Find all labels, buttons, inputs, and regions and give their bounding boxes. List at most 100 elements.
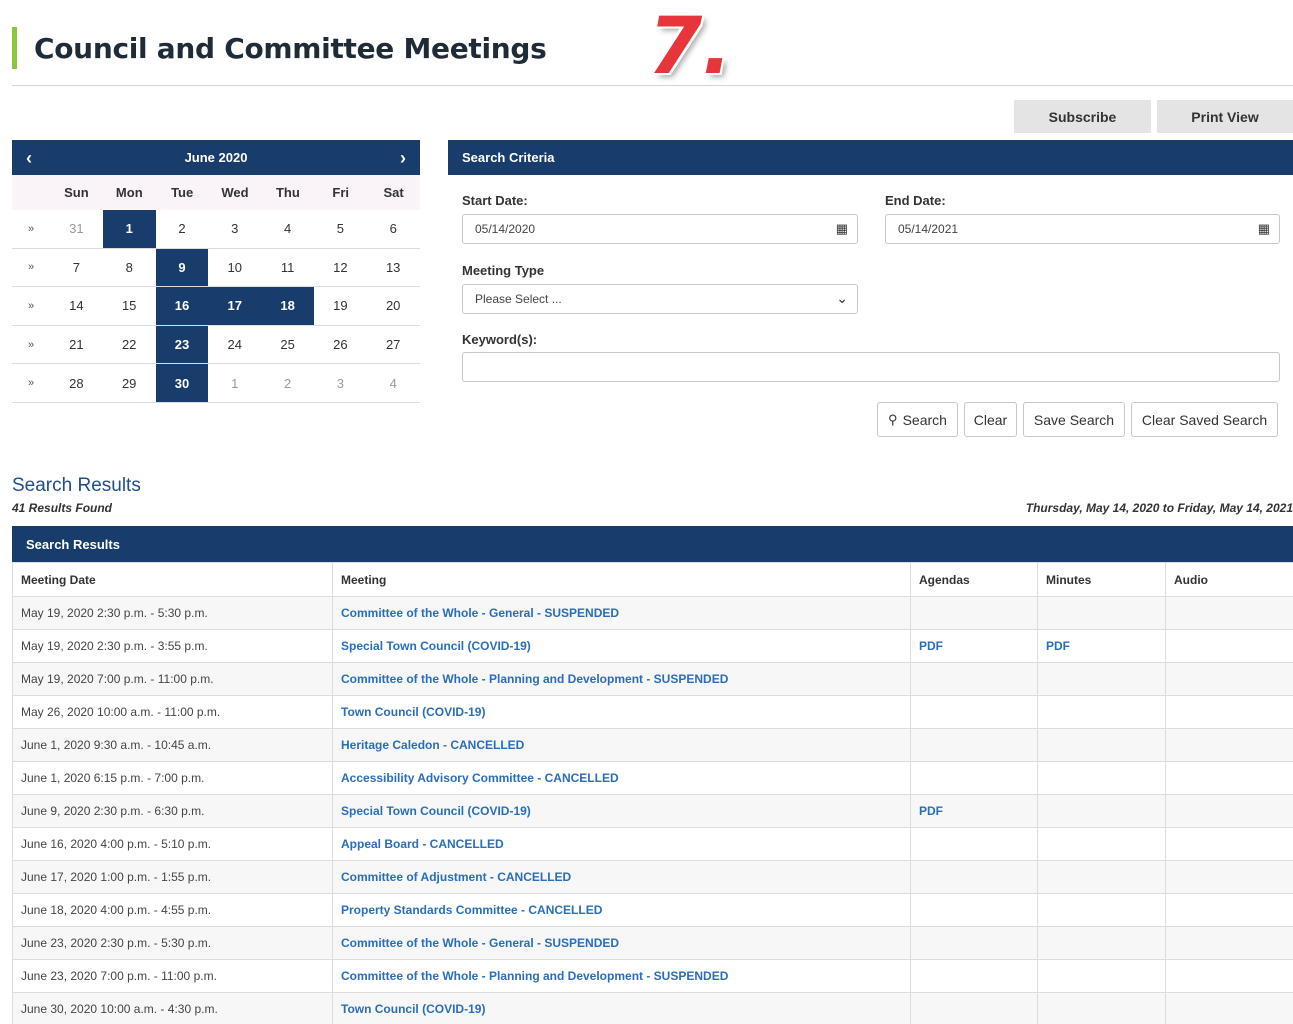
calendar-day[interactable]: 2 [156, 210, 209, 248]
audio-cell [1165, 860, 1293, 894]
calendar-day[interactable]: 11 [261, 249, 314, 287]
meeting-link[interactable]: Heritage Caledon - CANCELLED [341, 738, 524, 752]
meeting-link[interactable]: Special Town Council (COVID-19) [341, 804, 531, 818]
calendar-day[interactable]: 21 [50, 326, 103, 364]
meeting-cell: Appeal Board - CANCELLED [332, 827, 911, 861]
column-header[interactable]: Meeting Date [12, 562, 333, 597]
table-row: May 19, 2020 2:30 p.m. - 5:30 p.m. Commit… [12, 596, 1293, 630]
calendar-day[interactable]: 26 [314, 326, 367, 364]
column-header[interactable]: Minutes [1037, 562, 1166, 597]
calendar-day[interactable]: 15 [103, 287, 156, 325]
week-select-link[interactable]: » [12, 326, 50, 364]
calendar-day[interactable]: 7 [50, 249, 103, 287]
calendar-icon[interactable]: ▦ [836, 221, 848, 237]
week-select-link[interactable]: » [12, 249, 50, 287]
title-divider [12, 85, 1293, 86]
calendar-day[interactable]: 3 [208, 210, 261, 248]
calendar-day[interactable]: 17 [208, 287, 262, 325]
calendar-day[interactable]: 10 [208, 249, 261, 287]
meeting-link[interactable]: Committee of the Whole - General - SUSPE… [341, 936, 619, 950]
meeting-link[interactable]: Property Standards Committee - CANCELLED [341, 903, 602, 917]
table-row: May 19, 2020 2:30 p.m. - 3:55 p.m. Specia… [12, 629, 1293, 663]
calendar-day[interactable]: 24 [208, 326, 261, 364]
audio-cell [1165, 827, 1293, 861]
meeting-link[interactable]: Appeal Board - CANCELLED [341, 837, 504, 851]
minutes-cell [1037, 596, 1166, 630]
meeting-date-cell: May 26, 2020 10:00 a.m. - 11:00 p.m. [12, 695, 333, 729]
meeting-link[interactable]: Accessibility Advisory Committee - CANCE… [341, 771, 619, 785]
meeting-type-select[interactable]: Please Select ... ⌄ [462, 284, 858, 314]
week-select-link[interactable]: » [12, 210, 50, 248]
calendar-week-row: » 21 22 23 24 25 26 27 [12, 325, 420, 365]
meeting-date-cell: June 18, 2020 4:00 p.m. - 4:55 p.m. [12, 893, 333, 927]
audio-cell [1165, 695, 1293, 729]
minutes-link[interactable]: PDF [1046, 639, 1070, 653]
calendar-day[interactable]: 30 [155, 364, 209, 402]
meeting-link[interactable]: Town Council (COVID-19) [341, 1002, 485, 1016]
save-search-button[interactable]: Save Search [1023, 402, 1125, 437]
calendar-day[interactable]: 9 [155, 248, 209, 287]
meeting-cell: Committee of the Whole - Planning and De… [332, 662, 911, 696]
calendar-day[interactable]: 16 [155, 287, 209, 325]
calendar-day[interactable]: 14 [50, 287, 103, 325]
agenda-cell: PDF [910, 629, 1038, 663]
start-date-input[interactable]: 05/14/2020 ▦ [462, 214, 858, 244]
calendar-icon[interactable]: ▦ [1258, 221, 1270, 237]
meeting-cell: Committee of Adjustment - CANCELLED [332, 860, 911, 894]
calendar-day[interactable]: 3 [314, 364, 367, 402]
column-header[interactable]: Agendas [910, 562, 1038, 597]
audio-cell [1165, 794, 1293, 828]
calendar-day[interactable]: 4 [367, 364, 420, 402]
calendar-day[interactable]: 27 [367, 326, 420, 364]
keyword-input[interactable] [462, 352, 1280, 382]
calendar-day[interactable]: 5 [314, 210, 367, 248]
calendar-day[interactable]: 20 [367, 287, 420, 325]
audio-cell [1165, 926, 1293, 960]
calendar-day[interactable]: 1 [102, 210, 156, 248]
agenda-cell [910, 728, 1038, 762]
results-table-header-bar: Search Results [12, 526, 1293, 562]
meeting-link[interactable]: Special Town Council (COVID-19) [341, 639, 531, 653]
end-date-input[interactable]: 05/14/2021 ▦ [885, 214, 1280, 244]
calendar-day[interactable]: 4 [261, 210, 314, 248]
calendar-day[interactable]: 31 [50, 210, 103, 248]
calendar-day[interactable]: 1 [208, 364, 261, 402]
subscribe-button[interactable]: Subscribe [1014, 100, 1151, 133]
calendar-day[interactable]: 8 [103, 249, 156, 287]
column-header[interactable]: Audio [1165, 562, 1293, 597]
meeting-link[interactable]: Committee of the Whole - Planning and De… [341, 969, 728, 983]
calendar-day[interactable]: 23 [155, 325, 209, 364]
meeting-link[interactable]: Committee of Adjustment - CANCELLED [341, 870, 571, 884]
start-date-value: 05/14/2020 [475, 222, 536, 236]
agenda-link[interactable]: PDF [919, 804, 943, 818]
search-button[interactable]: ⚲ Search [877, 402, 958, 437]
clear-saved-search-button[interactable]: Clear Saved Search [1131, 402, 1278, 437]
meeting-link[interactable]: Town Council (COVID-19) [341, 705, 485, 719]
agenda-link[interactable]: PDF [919, 639, 943, 653]
print-view-button[interactable]: Print View [1157, 100, 1293, 133]
meeting-date-cell: June 17, 2020 1:00 p.m. - 1:55 p.m. [12, 860, 333, 894]
calendar-day[interactable]: 2 [261, 364, 314, 402]
calendar-day[interactable]: 6 [367, 210, 420, 248]
calendar-day[interactable]: 28 [50, 364, 103, 402]
calendar-day[interactable]: 18 [261, 287, 314, 325]
table-row: June 23, 2020 2:30 p.m. - 5:30 p.m. Commi… [12, 926, 1293, 960]
chevron-left-icon[interactable]: ‹ [26, 149, 32, 167]
minutes-cell [1037, 893, 1166, 927]
calendar: ‹ June 2020 › Sun Mon Tue Wed Thu Fri Sa… [12, 140, 420, 403]
calendar-day[interactable]: 25 [261, 326, 314, 364]
calendar-day[interactable]: 12 [314, 249, 367, 287]
minutes-cell [1037, 761, 1166, 795]
meeting-link[interactable]: Committee of the Whole - General - SUSPE… [341, 606, 619, 620]
meeting-link[interactable]: Committee of the Whole - Planning and De… [341, 672, 728, 686]
calendar-day[interactable]: 22 [103, 326, 156, 364]
calendar-day[interactable]: 19 [314, 287, 367, 325]
calendar-day[interactable]: 29 [103, 364, 156, 402]
column-header[interactable]: Meeting [332, 562, 911, 597]
calendar-day[interactable]: 13 [367, 249, 420, 287]
week-select-link[interactable]: » [12, 287, 50, 325]
clear-button[interactable]: Clear [964, 402, 1017, 437]
chevron-right-icon[interactable]: › [400, 149, 406, 167]
week-select-link[interactable]: » [12, 364, 50, 402]
minutes-cell [1037, 794, 1166, 828]
